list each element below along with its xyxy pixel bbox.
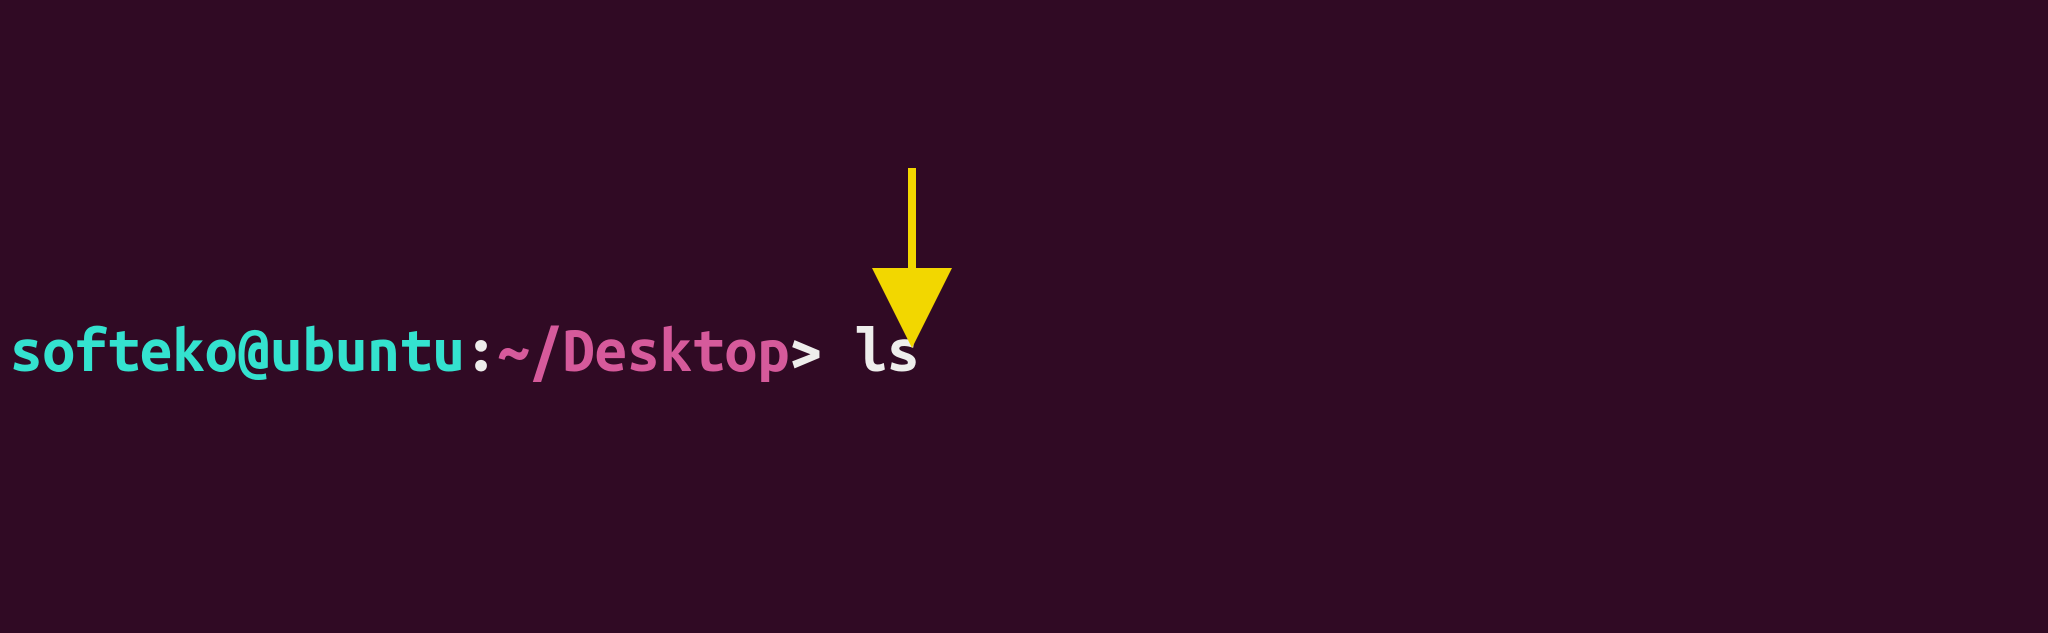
prompt-gt: > <box>790 317 855 382</box>
prompt-path: ~/Desktop <box>497 317 789 382</box>
terminal-line-2: Lotus.jpg <box>10 569 2038 631</box>
terminal-line-1: softeko@ubuntu:~/Desktop> ls <box>10 257 2038 319</box>
terminal-window[interactable]: softeko@ubuntu:~/Desktop> ls Lotus.jpg s… <box>0 0 2048 633</box>
prompt-at: @ <box>237 317 269 382</box>
prompt-host: ubuntu <box>270 317 465 382</box>
ls-output-file: Lotus.jpg <box>10 630 302 633</box>
prompt-user: softeko <box>10 317 237 382</box>
prompt-colon: : <box>465 317 497 382</box>
command-ls: ls <box>855 317 920 382</box>
